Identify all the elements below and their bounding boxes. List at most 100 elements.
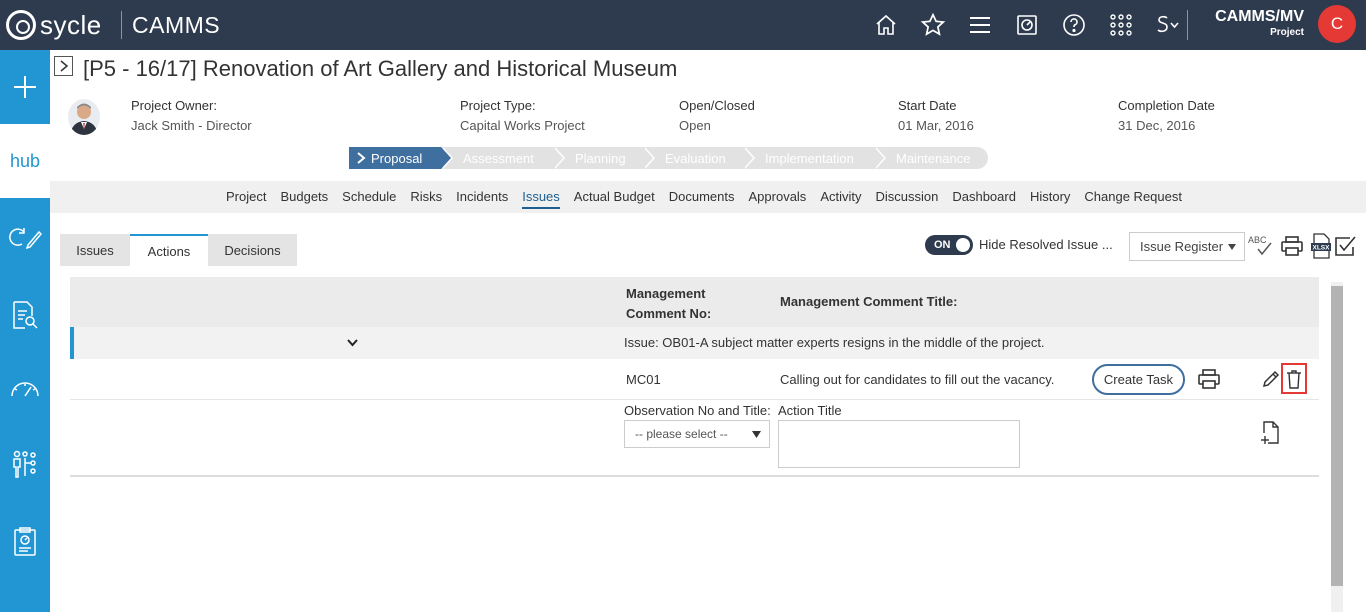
- tab-issues[interactable]: Issues: [522, 189, 560, 209]
- stage-label: Planning: [575, 150, 626, 166]
- start-date-value: 01 Mar, 2016: [898, 118, 974, 133]
- logo-icon: [6, 10, 36, 40]
- add-file-icon[interactable]: [1260, 421, 1282, 448]
- subtab-decisions[interactable]: Decisions: [208, 234, 297, 266]
- tab-discussion[interactable]: Discussion: [875, 189, 938, 209]
- user-info[interactable]: CAMMS/MV Project: [1215, 8, 1304, 38]
- star-icon[interactable]: [909, 10, 956, 40]
- subtab-issues[interactable]: Issues: [60, 234, 130, 266]
- dashboard-icon[interactable]: [1003, 10, 1050, 40]
- observation-select[interactable]: -- please select --: [624, 420, 770, 448]
- apps-grid-icon[interactable]: [1097, 10, 1144, 40]
- stage-maintenance[interactable]: Maintenance: [874, 147, 988, 169]
- main-content: [P5 - 16/17] Renovation of Art Gallery a…: [50, 50, 1366, 612]
- project-owner-value: Jack Smith - Director: [131, 118, 252, 133]
- edit-icon[interactable]: [1261, 369, 1281, 392]
- stage-planning[interactable]: Planning: [553, 147, 655, 169]
- project-owner: Project Owner: Jack Smith - Director: [131, 98, 252, 133]
- page-title: [P5 - 16/17] Renovation of Art Gallery a…: [83, 56, 678, 81]
- trash-icon: [1287, 369, 1301, 389]
- hub-label: hub: [9, 150, 41, 171]
- stage-proposal[interactable]: Proposal: [349, 147, 453, 169]
- vertical-scrollbar[interactable]: [1331, 282, 1343, 612]
- stage-label: Implementation: [765, 150, 854, 166]
- xlsx-label: XLSX: [1313, 245, 1331, 252]
- sidebar: hub: [0, 50, 50, 612]
- group-row[interactable]: Issue: OB01-A subject matter experts res…: [70, 327, 1319, 359]
- logo[interactable]: sycle: [6, 9, 102, 41]
- checkbox-icon[interactable]: [1332, 233, 1358, 259]
- stage-assessment[interactable]: Assessment: [441, 147, 565, 169]
- stage-label: Maintenance: [896, 150, 971, 166]
- print-icon[interactable]: [1279, 233, 1305, 259]
- group-label: Issue: OB01-A subject matter experts res…: [624, 335, 1045, 350]
- observation-select-value: -- please select --: [635, 427, 728, 441]
- scrollbar-thumb[interactable]: [1331, 286, 1343, 586]
- project-status-value: Open: [679, 118, 711, 133]
- org-structure-icon[interactable]: [0, 427, 50, 501]
- chevron-right-icon: [357, 152, 366, 164]
- tab-risks[interactable]: Risks: [410, 189, 442, 209]
- new-action-row: Observation No and Title: -- please sele…: [70, 400, 1319, 475]
- tab-history[interactable]: History: [1030, 189, 1070, 209]
- tab-activity[interactable]: Activity: [820, 189, 861, 209]
- stage-label: Evaluation: [665, 150, 726, 166]
- gauge-icon[interactable]: [0, 352, 50, 426]
- home-icon[interactable]: [862, 10, 909, 40]
- toggle-label: ON: [934, 239, 951, 251]
- action-title-input[interactable]: [778, 420, 1020, 468]
- switch-icon[interactable]: [1144, 10, 1191, 40]
- clipboard-icon[interactable]: [0, 505, 50, 579]
- avatar[interactable]: C: [1318, 5, 1356, 43]
- project-type-label: Project Type:: [460, 98, 536, 113]
- module-tabs-bar: Project Budgets Schedule Risks Incidents…: [50, 181, 1366, 213]
- tab-approvals[interactable]: Approvals: [749, 189, 807, 209]
- row-print-icon[interactable]: [1198, 369, 1220, 392]
- hub-icon[interactable]: hub: [0, 124, 50, 198]
- spellcheck-label: ABC: [1248, 235, 1267, 245]
- table-row: MC01 Calling out for candidates to fill …: [70, 359, 1319, 400]
- header-comment-title: Management Comment Title:: [780, 294, 958, 309]
- app-name: CAMMS: [132, 12, 221, 38]
- create-task-button[interactable]: Create Task: [1092, 364, 1185, 395]
- tab-actual-budget[interactable]: Actual Budget: [574, 189, 655, 209]
- hide-resolved-toggle[interactable]: ON: [925, 235, 973, 255]
- register-select[interactable]: Issue Register: [1129, 232, 1245, 261]
- user-role: Project: [1270, 27, 1304, 38]
- chevron-down-icon[interactable]: [347, 339, 358, 347]
- sub-tabs: Issues Actions Decisions: [60, 234, 297, 266]
- completion-date: Completion Date 31 Dec, 2016: [1118, 98, 1215, 133]
- tab-change-request[interactable]: Change Request: [1084, 189, 1182, 209]
- menu-icon[interactable]: [956, 10, 1003, 40]
- module-tabs: Project Budgets Schedule Risks Incidents…: [226, 189, 1196, 209]
- project-owner-avatar: [68, 99, 100, 135]
- start-date-label: Start Date: [898, 98, 957, 113]
- project-type: Project Type: Capital Works Project: [460, 98, 585, 133]
- tab-schedule[interactable]: Schedule: [342, 189, 396, 209]
- stage-implementation[interactable]: Implementation: [743, 147, 886, 169]
- tab-budgets[interactable]: Budgets: [280, 189, 328, 209]
- project-status: Open/Closed Open: [679, 98, 755, 133]
- divider: [121, 11, 122, 39]
- help-icon[interactable]: [1050, 10, 1097, 40]
- add-icon[interactable]: [0, 50, 50, 124]
- tab-documents[interactable]: Documents: [669, 189, 735, 209]
- subtab-actions[interactable]: Actions: [130, 234, 208, 266]
- project-type-value: Capital Works Project: [460, 118, 585, 133]
- tab-dashboard[interactable]: Dashboard: [952, 189, 1016, 209]
- tab-project[interactable]: Project: [226, 189, 266, 209]
- grid-header: Management Comment No: Management Commen…: [70, 277, 1319, 327]
- toggle-knob: [956, 238, 970, 252]
- tab-incidents[interactable]: Incidents: [456, 189, 508, 209]
- stage-evaluation[interactable]: Evaluation: [643, 147, 755, 169]
- delete-button[interactable]: [1281, 363, 1307, 394]
- report-search-icon[interactable]: [0, 278, 50, 352]
- expand-panel-button[interactable]: [54, 56, 73, 76]
- edit-cycle-icon[interactable]: [0, 200, 50, 274]
- export-xlsx-icon[interactable]: XLSX: [1308, 233, 1334, 259]
- logo-text: sycle: [40, 9, 102, 40]
- divider: [1187, 10, 1188, 40]
- lifecycle-stages: Proposal Assessment Planning Evaluation …: [349, 147, 988, 169]
- spellcheck-icon[interactable]: ABC: [1247, 233, 1273, 259]
- comment-no-cell: MC01: [626, 372, 661, 387]
